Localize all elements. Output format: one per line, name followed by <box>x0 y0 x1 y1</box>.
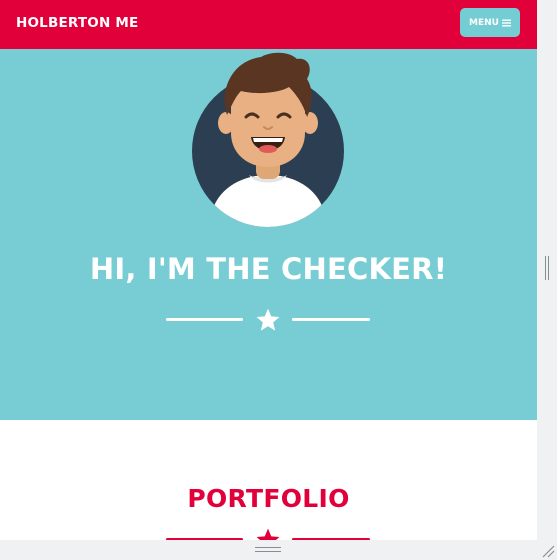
navbar: HOLBERTON ME MENU <box>0 0 537 49</box>
portfolio-heading: PORTFOLIO <box>187 484 350 513</box>
vertical-scrollbar[interactable] <box>537 0 557 540</box>
hamburger-icon <box>501 19 511 26</box>
menu-button-label: MENU <box>469 17 499 28</box>
star-icon <box>256 528 280 540</box>
portfolio-section: PORTFOLIO <box>0 420 537 540</box>
star-icon <box>256 308 280 331</box>
menu-button[interactable]: MENU <box>460 8 520 37</box>
avatar <box>192 52 344 227</box>
brand-link[interactable]: HOLBERTON ME <box>16 15 138 31</box>
scroll-grip-icon[interactable] <box>545 256 549 280</box>
page-viewport: HOLBERTON ME MENU HI, I'M THE CHECKER! P… <box>0 0 537 540</box>
scroll-grip-icon[interactable] <box>255 547 281 552</box>
horizontal-scrollbar[interactable] <box>0 540 537 560</box>
resize-handle-icon[interactable] <box>537 540 557 560</box>
portfolio-divider <box>0 527 537 540</box>
divider-line-left <box>166 318 243 321</box>
divider-line-right <box>292 318 370 321</box>
hero-divider <box>0 307 537 333</box>
hero-heading: HI, I'M THE CHECKER! <box>89 252 448 286</box>
masthead: HI, I'M THE CHECKER! <box>0 49 537 420</box>
